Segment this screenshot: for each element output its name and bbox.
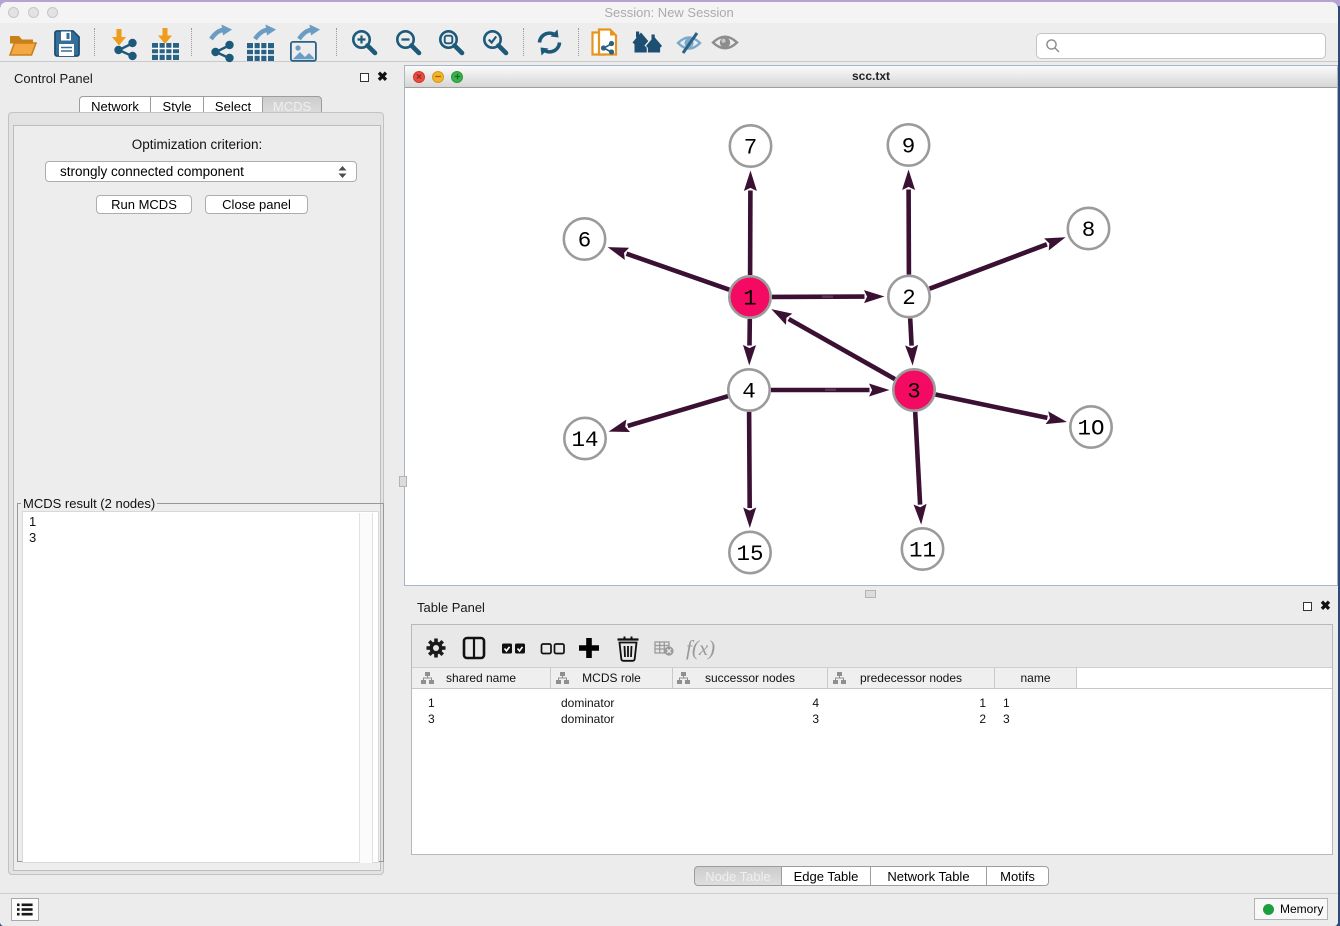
svg-text:2: 2 <box>902 285 916 311</box>
svg-text:4: 4 <box>742 379 756 405</box>
svg-text:f(x): f(x) <box>686 636 715 660</box>
svg-text:14: 14 <box>571 427 598 453</box>
svg-text:8: 8 <box>1082 217 1096 243</box>
svg-text:7: 7 <box>744 135 758 161</box>
svg-text:9: 9 <box>902 134 916 160</box>
svg-text:1: 1 <box>743 286 757 312</box>
svg-text:3: 3 <box>907 379 921 405</box>
svg-text:11: 11 <box>909 538 936 564</box>
svg-text:1O: 1O <box>1077 416 1104 442</box>
svg-text:6: 6 <box>578 228 592 254</box>
svg-text:15: 15 <box>736 541 763 567</box>
